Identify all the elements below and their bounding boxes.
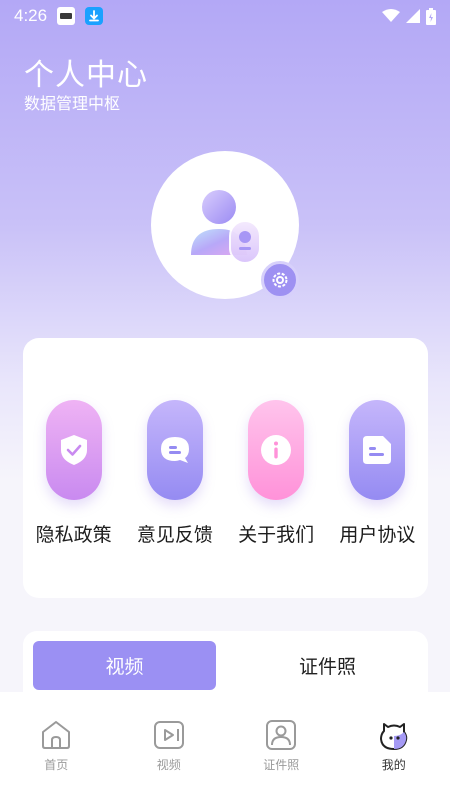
page-subtitle: 数据管理中枢 — [24, 94, 121, 113]
shield-check-icon — [60, 435, 87, 465]
home-icon — [42, 721, 71, 749]
signal-icon — [406, 9, 420, 23]
user-agreement-button[interactable]: 用户协议 — [327, 400, 427, 560]
status-time: 4:26 — [14, 6, 48, 25]
nav-label-id-photo: 证件照 — [263, 758, 300, 772]
nav-item-mine[interactable]: 我的 — [338, 692, 450, 800]
nav-label-video: 视频 — [156, 758, 181, 772]
nav-label-mine: 我的 — [381, 758, 406, 772]
user-avatar-icon — [191, 190, 261, 264]
about-us-label: 关于我们 — [238, 524, 315, 546]
about-us-pill — [248, 400, 305, 500]
gear-icon — [272, 272, 288, 288]
user-agreement-label: 用户协议 — [339, 524, 416, 546]
wifi-icon — [382, 9, 400, 22]
tab-id-photo[interactable]: 证件照 — [236, 641, 419, 690]
privacy-policy-button[interactable]: 隐私政策 — [24, 400, 124, 560]
status-bar: 4:26 — [0, 0, 450, 32]
about-us-button[interactable]: 关于我们 — [226, 400, 326, 560]
menu-grid: 隐私政策 意见反馈 关于我们 用户协议 — [23, 400, 428, 560]
privacy-policy-pill — [45, 400, 102, 500]
app-notification-icon — [57, 7, 76, 25]
page-title: 个人中心 — [24, 58, 148, 93]
nav-item-video[interactable]: 视频 — [113, 692, 226, 800]
privacy-policy-label: 隐私政策 — [35, 524, 112, 546]
bottom-nav: 首页 视频 证件照 我的 — [0, 692, 450, 800]
battery-icon — [426, 7, 436, 25]
video-icon — [153, 721, 184, 749]
nav-item-home[interactable]: 首页 — [0, 692, 113, 800]
download-icon — [85, 7, 104, 25]
user-agreement-pill — [349, 400, 406, 500]
feedback-pill — [146, 400, 203, 500]
nav-label-home: 首页 — [44, 758, 69, 772]
settings-button[interactable] — [261, 261, 299, 299]
feedback-button[interactable]: 意见反馈 — [125, 400, 225, 560]
feedback-label: 意见反馈 — [136, 524, 213, 546]
tab-video[interactable]: 视频 — [33, 641, 216, 690]
chat-bubble-icon — [160, 437, 189, 463]
id-photo-icon — [266, 720, 297, 750]
profile-icon — [379, 723, 407, 750]
menu-card: 隐私政策 意见反馈 关于我们 用户协议 — [23, 338, 428, 598]
nav-item-id-photo[interactable]: 证件照 — [225, 692, 338, 800]
info-icon — [261, 435, 292, 465]
content-tabs: 视频 证件照 — [23, 631, 428, 701]
document-icon — [363, 436, 392, 464]
